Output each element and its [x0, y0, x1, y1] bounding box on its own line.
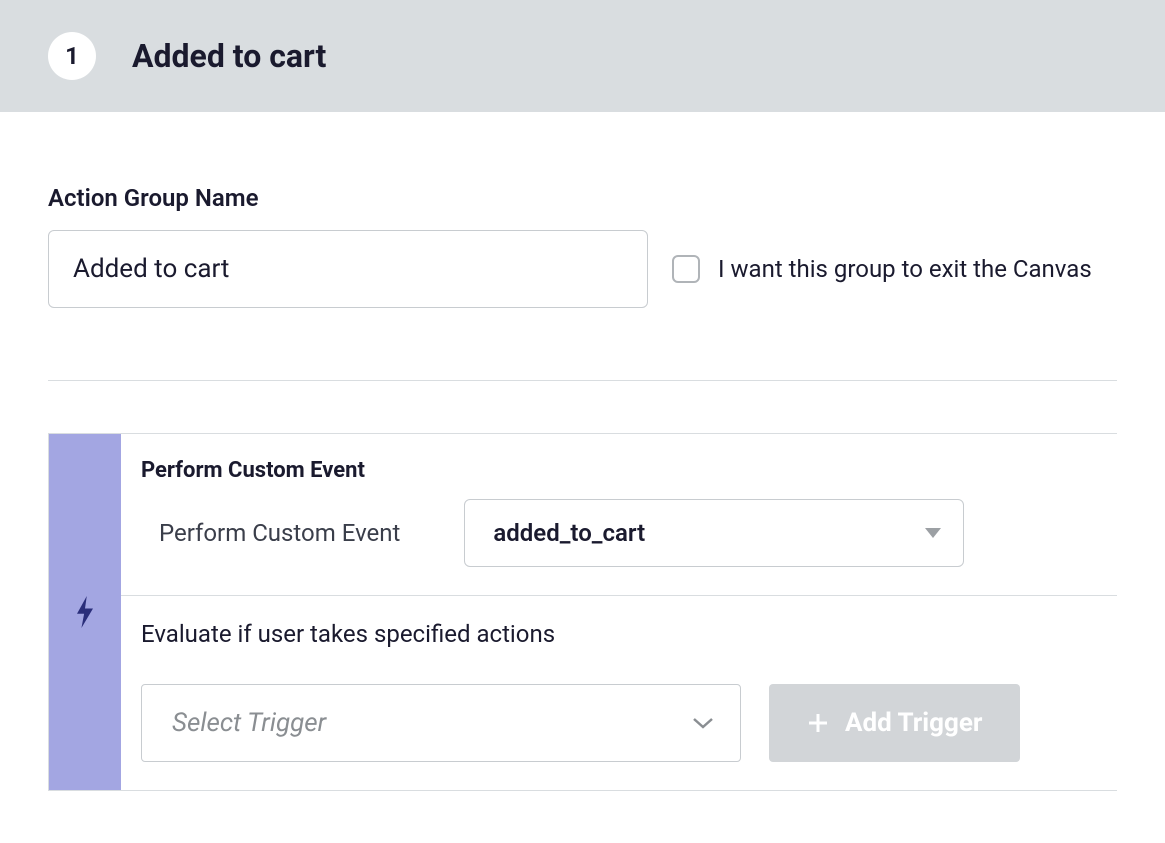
step-title: Added to cart [132, 37, 326, 75]
section-divider [48, 380, 1117, 381]
custom-event-block: Perform Custom Event Perform Custom Even… [48, 433, 1117, 791]
form-content: Action Group Name I want this group to e… [0, 112, 1165, 831]
custom-event-select[interactable]: added_to_cart [464, 499, 964, 567]
add-trigger-label: Add Trigger [845, 708, 982, 738]
plus-icon [807, 712, 829, 734]
custom-event-section: Perform Custom Event Perform Custom Even… [121, 434, 1117, 595]
caret-down-icon [925, 528, 941, 538]
evaluate-heading: Evaluate if user takes specified actions [141, 620, 1097, 648]
exit-canvas-label: I want this group to exit the Canvas [718, 255, 1092, 283]
action-group-name-field: Action Group Name I want this group to e… [48, 184, 1117, 308]
bolt-icon [74, 596, 96, 628]
exit-canvas-checkbox[interactable] [672, 255, 700, 283]
add-trigger-button[interactable]: Add Trigger [769, 684, 1020, 762]
chevron-down-icon [692, 716, 714, 730]
action-group-name-label: Action Group Name [48, 184, 1117, 212]
custom-event-row: Perform Custom Event added_to_cart [141, 499, 1097, 567]
custom-event-sublabel: Perform Custom Event [159, 519, 400, 547]
trigger-row: Select Trigger Add Trigger [141, 684, 1097, 762]
event-indicator-bar [49, 434, 121, 790]
trigger-placeholder: Select Trigger [172, 708, 326, 738]
trigger-select[interactable]: Select Trigger [141, 684, 741, 762]
step-number-badge: 1 [48, 32, 96, 80]
action-group-name-row: I want this group to exit the Canvas [48, 230, 1117, 308]
action-group-name-input[interactable] [48, 230, 648, 308]
custom-event-value: added_to_cart [493, 519, 645, 547]
step-header: 1 Added to cart [0, 0, 1165, 112]
exit-canvas-option: I want this group to exit the Canvas [672, 255, 1092, 283]
custom-event-heading: Perform Custom Event [141, 458, 1097, 483]
event-content: Perform Custom Event Perform Custom Even… [121, 434, 1117, 790]
step-number: 1 [65, 42, 79, 70]
evaluate-section: Evaluate if user takes specified actions… [121, 595, 1117, 790]
